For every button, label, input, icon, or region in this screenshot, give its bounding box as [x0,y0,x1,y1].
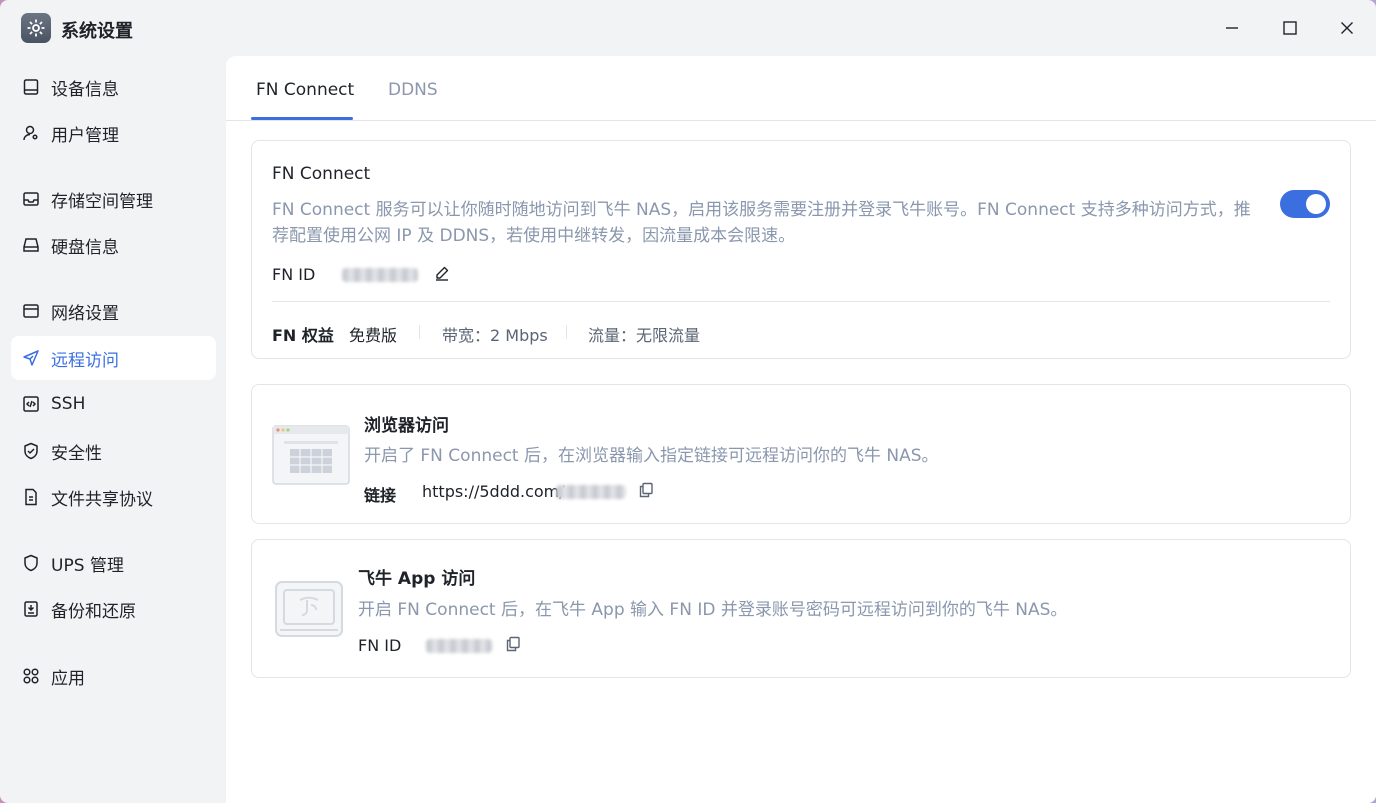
window-title: 系统设置 [61,21,133,42]
sidebar-item-label: UPS 管理 [51,555,124,576]
sidebar-item-label: 设备信息 [51,79,119,100]
browser-access-card: 浏览器访问 开启了 FN Connect 后，在浏览器输入指定链接可远程访问你的… [251,384,1351,524]
bandwidth-text: 带宽：2 Mbps [442,326,548,345]
sidebar-item-device-info[interactable]: 设备信息 [11,65,216,109]
sidebar-item-apps[interactable]: 应用 [11,654,216,698]
plan-badge: 免费版 [349,326,398,345]
sidebar-item-label: 存储空间管理 [51,191,153,212]
user-icon [11,124,51,142]
storage-icon [11,190,51,208]
fn-id-label: FN ID [272,265,316,284]
link-label: 链接 [364,486,397,505]
apps-icon [11,667,51,685]
sidebar-item-storage[interactable]: 存储空间管理 [11,177,216,221]
sidebar-item-label: 硬盘信息 [51,237,119,258]
active-tab-indicator [251,117,353,120]
sidebar-item-label: 安全性 [51,443,102,464]
app-access-title: 飞牛 App 访问 [358,569,476,589]
file-icon [11,488,51,506]
app-access-description: 开启 FN Connect 后，在飞牛 App 输入 FN ID 并登录账号密码… [358,600,1068,620]
shield-check-icon [11,442,51,460]
benefits-label: FN 权益 [272,326,334,345]
maximize-button[interactable] [1276,14,1304,42]
fn-connect-card: FN Connect FN Connect 服务可以让你随时随地访问到飞牛 NA… [251,140,1351,359]
main-panel: FN Connect DDNS FN Connect FN Connect 服务… [226,56,1376,803]
fn-connect-toggle[interactable] [1280,190,1330,218]
shield-icon [11,554,51,572]
sidebar-item-label: 网络设置 [51,303,119,324]
tab-ddns[interactable]: DDNS [388,80,438,100]
settings-gear-icon [21,13,51,43]
tab-bar: FN Connect DDNS [226,56,1376,121]
sidebar-item-label: 远程访问 [51,350,119,371]
traffic-text: 流量：无限流量 [588,326,701,345]
browser-illustration-icon [272,425,350,489]
backup-icon [11,600,51,618]
sidebar-item-label: 备份和还原 [51,601,136,622]
device-icon [11,78,51,96]
fn-connect-title: FN Connect [272,164,371,184]
sidebar-item-file-sharing[interactable]: 文件共享协议 [11,475,216,519]
sidebar-item-label: 用户管理 [51,125,119,146]
sidebar-item-disk-info[interactable]: 硬盘信息 [11,223,216,267]
minimize-button[interactable] [1218,14,1246,42]
send-icon [11,349,51,367]
copy-icon[interactable] [638,482,654,502]
network-icon [11,302,51,320]
sidebar-item-label: 文件共享协议 [51,489,153,510]
app-illustration-icon [274,578,344,644]
divider [272,301,1330,302]
sidebar-item-label: 应用 [51,668,85,689]
close-button[interactable] [1333,14,1361,42]
copy-icon[interactable] [505,636,521,656]
fn-connect-description: FN Connect 服务可以让你随时随地访问到飞牛 NAS，启用该服务需要注册… [272,200,1251,246]
sidebar-item-user-management[interactable]: 用户管理 [11,111,216,155]
title-bar: 系统设置 [0,0,1376,56]
app-fn-id-redacted [426,639,492,653]
link-id-redacted [556,485,626,499]
sidebar-item-label: SSH [51,394,86,414]
sidebar-item-ssh[interactable]: SSH [11,382,216,426]
sidebar-item-network[interactable]: 网络设置 [11,289,216,333]
disk-icon [11,236,51,254]
fn-id-value-redacted [342,268,418,282]
tab-fn-connect[interactable]: FN Connect [256,80,354,100]
sidebar: 设备信息 用户管理 存储空间管理 硬盘信息 网络设置 远程访问 SSH 安全性 [0,56,226,803]
edit-icon[interactable] [434,265,450,285]
sidebar-item-backup[interactable]: 备份和还原 [11,587,216,631]
sidebar-item-security[interactable]: 安全性 [11,429,216,473]
app-fn-id-label: FN ID [358,636,402,655]
browser-access-description: 开启了 FN Connect 后，在浏览器输入指定链接可远程访问你的飞牛 NAS… [364,446,939,466]
sidebar-item-ups[interactable]: UPS 管理 [11,541,216,585]
settings-window: 系统设置 设备信息 用户管理 存储空间管理 硬盘信息 网络设置 远程访问 SSH… [0,0,1376,803]
browser-access-title: 浏览器访问 [364,416,449,436]
app-access-card: 飞牛 App 访问 开启 FN Connect 后，在飞牛 App 输入 FN … [251,539,1351,678]
remote-link[interactable]: https://5ddd.com/ [422,482,565,501]
sidebar-item-remote-access[interactable]: 远程访问 [11,336,216,380]
code-icon [11,395,51,413]
